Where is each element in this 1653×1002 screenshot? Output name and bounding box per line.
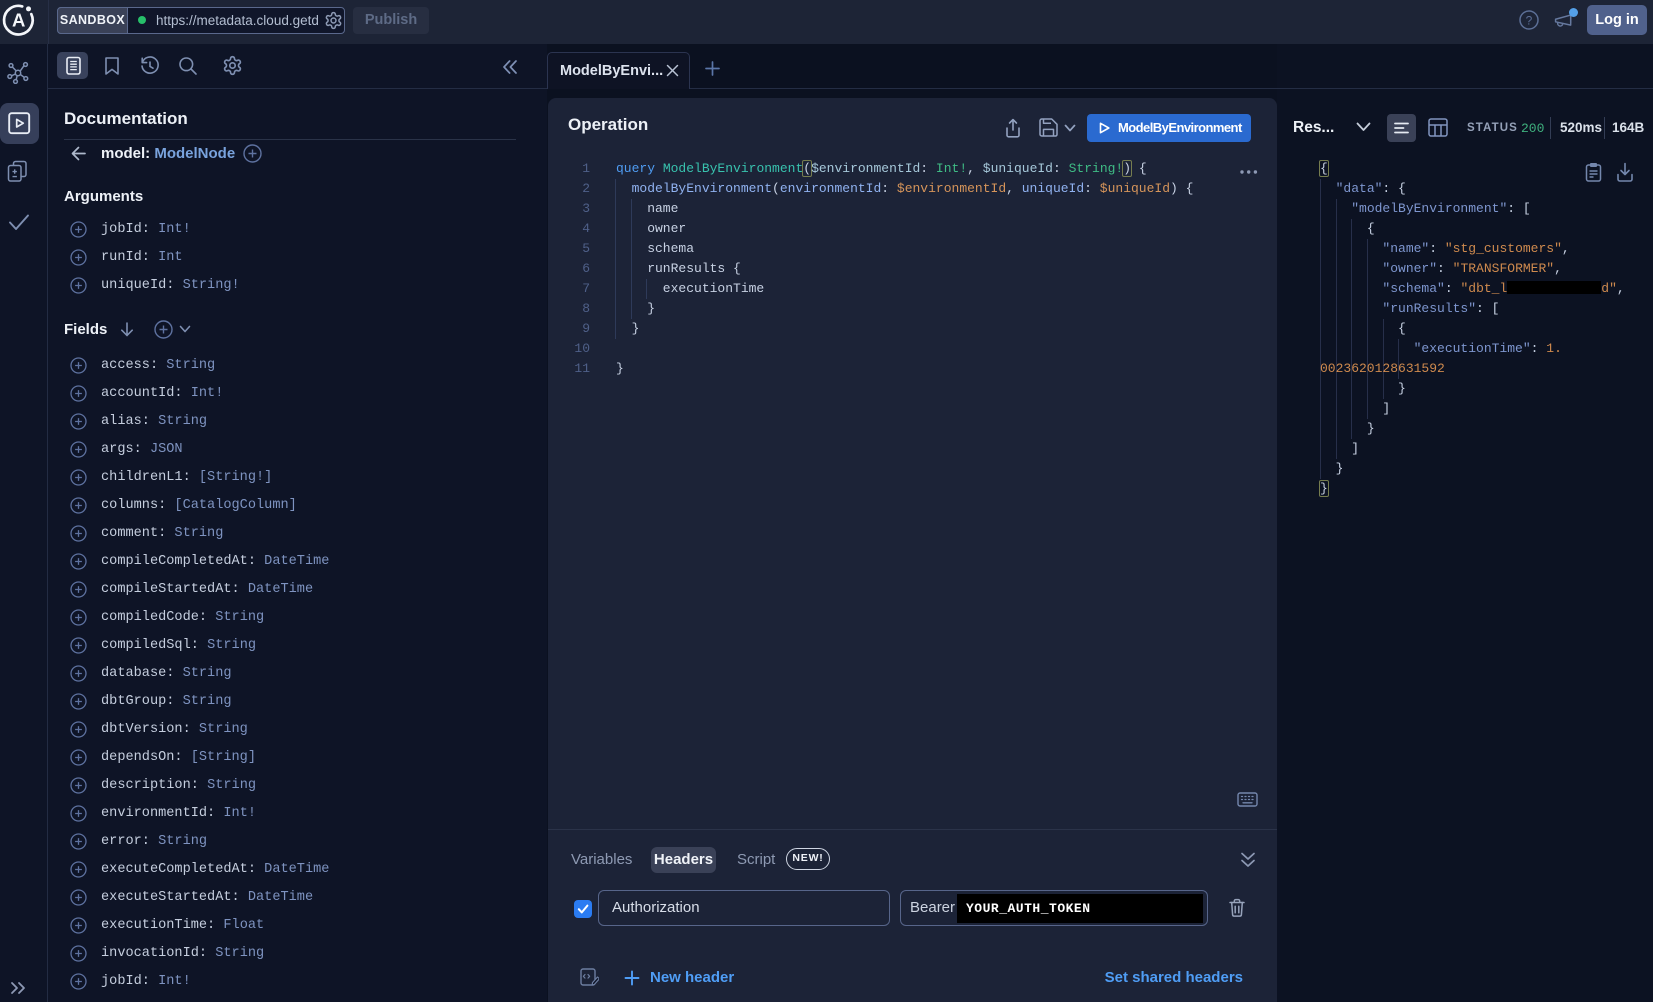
svg-text:A: A <box>12 10 25 31</box>
svg-text:?: ? <box>1526 14 1533 28</box>
